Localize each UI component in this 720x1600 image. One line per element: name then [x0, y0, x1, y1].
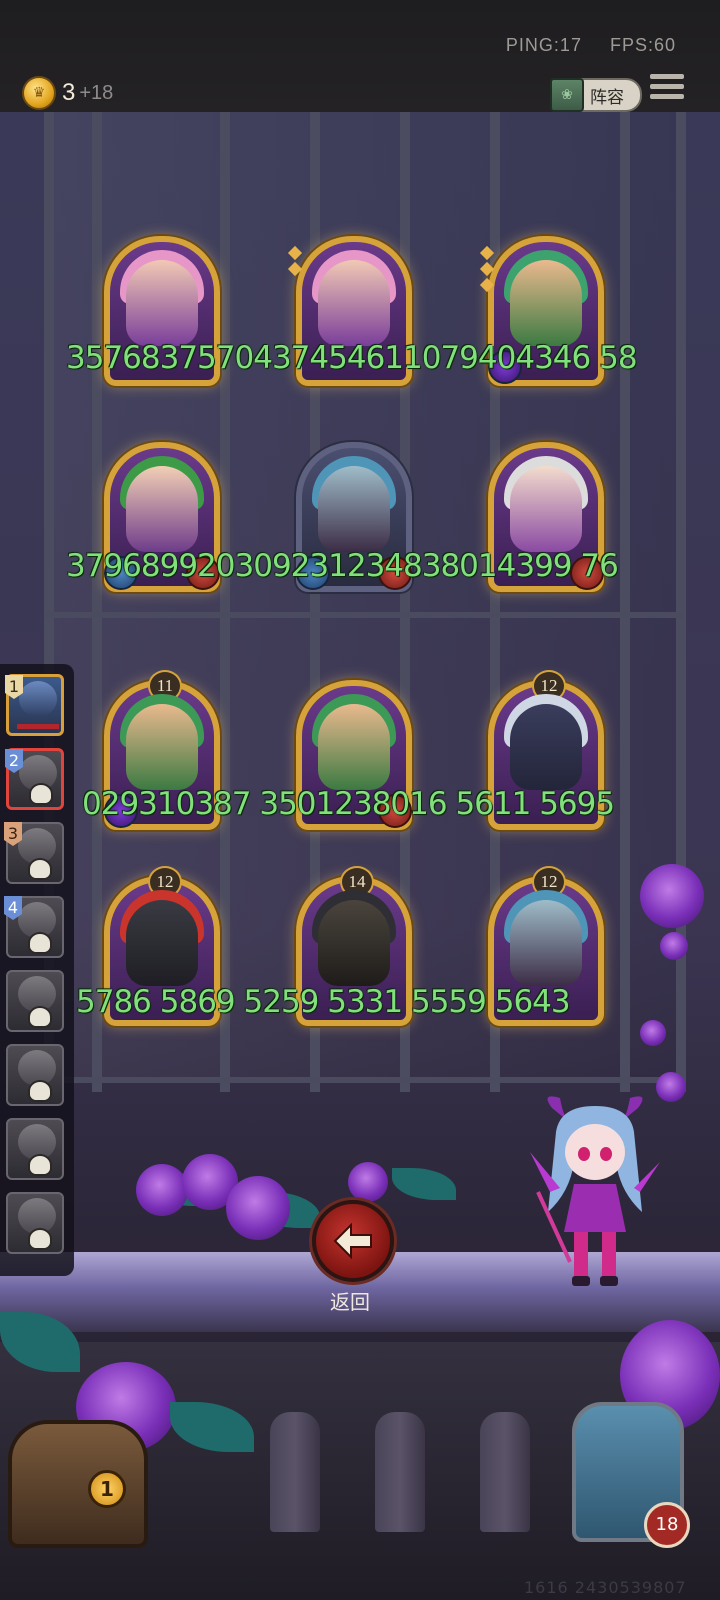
damage-number-row: 379689920309231234838014399 76 — [66, 548, 619, 584]
hero-body — [510, 466, 582, 552]
back-label: 返回 — [330, 1290, 370, 1314]
menu-bar-icon — [650, 94, 684, 99]
back-button[interactable] — [312, 1200, 394, 1282]
menu-bar-icon — [650, 74, 684, 79]
top-hud: PING:17 FPS:60 ♛ 3 +18 ❀ 阵容 — [0, 0, 720, 115]
net-stats: PING:17 FPS:60 — [484, 35, 676, 56]
star-diamonds — [287, 245, 303, 280]
rose — [348, 1162, 388, 1202]
window-pillar — [220, 112, 230, 1092]
queue-slot[interactable] — [6, 1044, 64, 1106]
enemy-body — [318, 900, 390, 986]
coin-bonus: +18 — [79, 81, 114, 104]
baluster — [270, 1412, 320, 1532]
skull-icon — [28, 1080, 52, 1102]
hero-body — [126, 466, 198, 552]
enemy-body — [510, 704, 582, 790]
queue-slot[interactable] — [6, 1192, 64, 1254]
rose — [136, 1164, 188, 1216]
footer-id: 1616 2430539807 — [524, 1578, 687, 1597]
treasure-chest[interactable]: 1 — [8, 1420, 148, 1548]
window-pillar — [92, 112, 102, 1092]
rose — [660, 932, 688, 960]
hp-bar — [17, 724, 59, 729]
baluster — [480, 1412, 530, 1532]
menu-bar-icon — [650, 84, 684, 89]
lineup-label: 阵容 — [590, 87, 624, 108]
hero-body — [126, 260, 198, 346]
enemy-body — [510, 900, 582, 986]
coin-count: 3 — [62, 79, 76, 106]
chest-count-badge: 1 — [88, 1470, 126, 1508]
queue-slot[interactable]: 4 — [4, 896, 64, 958]
leaf — [392, 1168, 456, 1200]
damage-number-row: 5786 5869 5259 5331 5559 5643 — [76, 984, 571, 1020]
skull-icon — [28, 1006, 52, 1028]
hero-body — [318, 466, 390, 552]
turn-queue: 1 2 3 4 — [0, 664, 74, 1276]
queue-slot[interactable]: 2 — [5, 748, 64, 810]
queue-slot[interactable]: 3 — [4, 822, 64, 884]
skull-icon — [28, 1154, 52, 1176]
enemy-body — [126, 704, 198, 790]
player-level-badge: 18 — [644, 1502, 690, 1548]
skull-icon — [28, 932, 52, 954]
book-icon: ❀ — [550, 78, 584, 112]
queue-slot[interactable]: 1 — [5, 674, 64, 736]
skull-icon — [28, 1228, 52, 1250]
star-diamonds — [479, 245, 495, 296]
window-mullion — [44, 1077, 684, 1083]
skull-icon — [28, 858, 52, 880]
rose — [640, 864, 704, 928]
hero-body — [510, 260, 582, 346]
skull-icon — [29, 783, 53, 805]
window-pillar — [620, 112, 630, 1092]
rose — [640, 1020, 666, 1046]
rose — [226, 1176, 290, 1240]
damage-number-row: 029310387 3501238016 5611 5695 — [82, 786, 615, 822]
crown-coin-icon: ♛ — [22, 76, 56, 110]
rose — [656, 1072, 686, 1102]
enemy-body — [126, 900, 198, 986]
fps-readout: FPS:60 — [609, 35, 676, 55]
menu-button[interactable] — [650, 74, 684, 104]
baluster — [375, 1412, 425, 1532]
coin-counter: ♛ 3 +18 — [22, 76, 113, 110]
queue-slot[interactable] — [6, 970, 64, 1032]
player-portrait[interactable]: 18 — [572, 1402, 690, 1548]
hero-face — [19, 681, 57, 717]
damage-number-row: 3576837570437454611079404346 58 — [66, 340, 638, 376]
arrow-left-icon — [333, 1223, 372, 1259]
window-mullion — [44, 612, 684, 618]
lineup-button[interactable]: ❀ 阵容 — [550, 78, 642, 112]
demon-girl-character — [530, 1096, 660, 1286]
ping-readout: PING:17 — [505, 35, 582, 55]
queue-slot[interactable] — [6, 1118, 64, 1180]
hero-body — [318, 260, 390, 346]
enemy-body — [318, 704, 390, 790]
